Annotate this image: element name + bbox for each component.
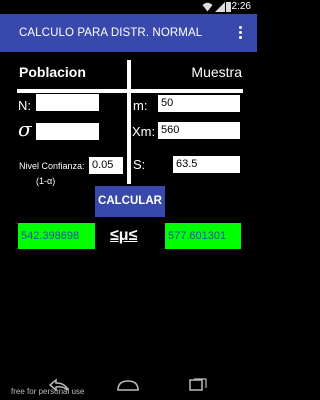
overflow-menu-icon[interactable]	[239, 26, 243, 40]
muestra-header: Muestra	[191, 64, 242, 80]
back-icon[interactable]	[47, 378, 71, 392]
status-bar: 2:26	[0, 0, 257, 14]
upper-bound-result: 577.601301	[165, 223, 241, 249]
confidence-label: Nivel Confianza:	[19, 161, 85, 171]
mu-interval-symbol: ≤μ≤	[110, 227, 138, 244]
sigma-label: σ	[18, 117, 32, 141]
column-divider	[127, 60, 131, 184]
confidence-input[interactable]	[89, 157, 123, 174]
m-label: m:	[133, 98, 148, 113]
lower-bound-result: 542.398698	[18, 223, 95, 249]
xm-label: Xm:	[132, 124, 156, 139]
m-input[interactable]	[158, 95, 240, 112]
signal-icon	[215, 2, 225, 12]
action-bar: CALCULO PARA DISTR. NORMAL	[0, 14, 257, 52]
s-input[interactable]	[173, 156, 240, 173]
poblacion-header: Poblacion	[19, 64, 86, 80]
calculate-button[interactable]: CALCULAR	[95, 186, 165, 217]
n-input[interactable]	[36, 94, 99, 111]
xm-input[interactable]	[158, 122, 240, 139]
home-icon[interactable]	[114, 378, 142, 392]
confidence-sub-label: (1-α)	[36, 176, 56, 186]
app-title: CALCULO PARA DISTR. NORMAL	[19, 27, 203, 39]
wifi-icon	[202, 2, 213, 12]
sigma-input[interactable]	[36, 123, 99, 140]
status-time: 2:26	[231, 1, 251, 12]
n-label: N:	[18, 98, 31, 113]
s-label: S:	[133, 157, 146, 172]
recents-icon[interactable]	[188, 378, 208, 392]
battery-icon	[226, 2, 231, 12]
